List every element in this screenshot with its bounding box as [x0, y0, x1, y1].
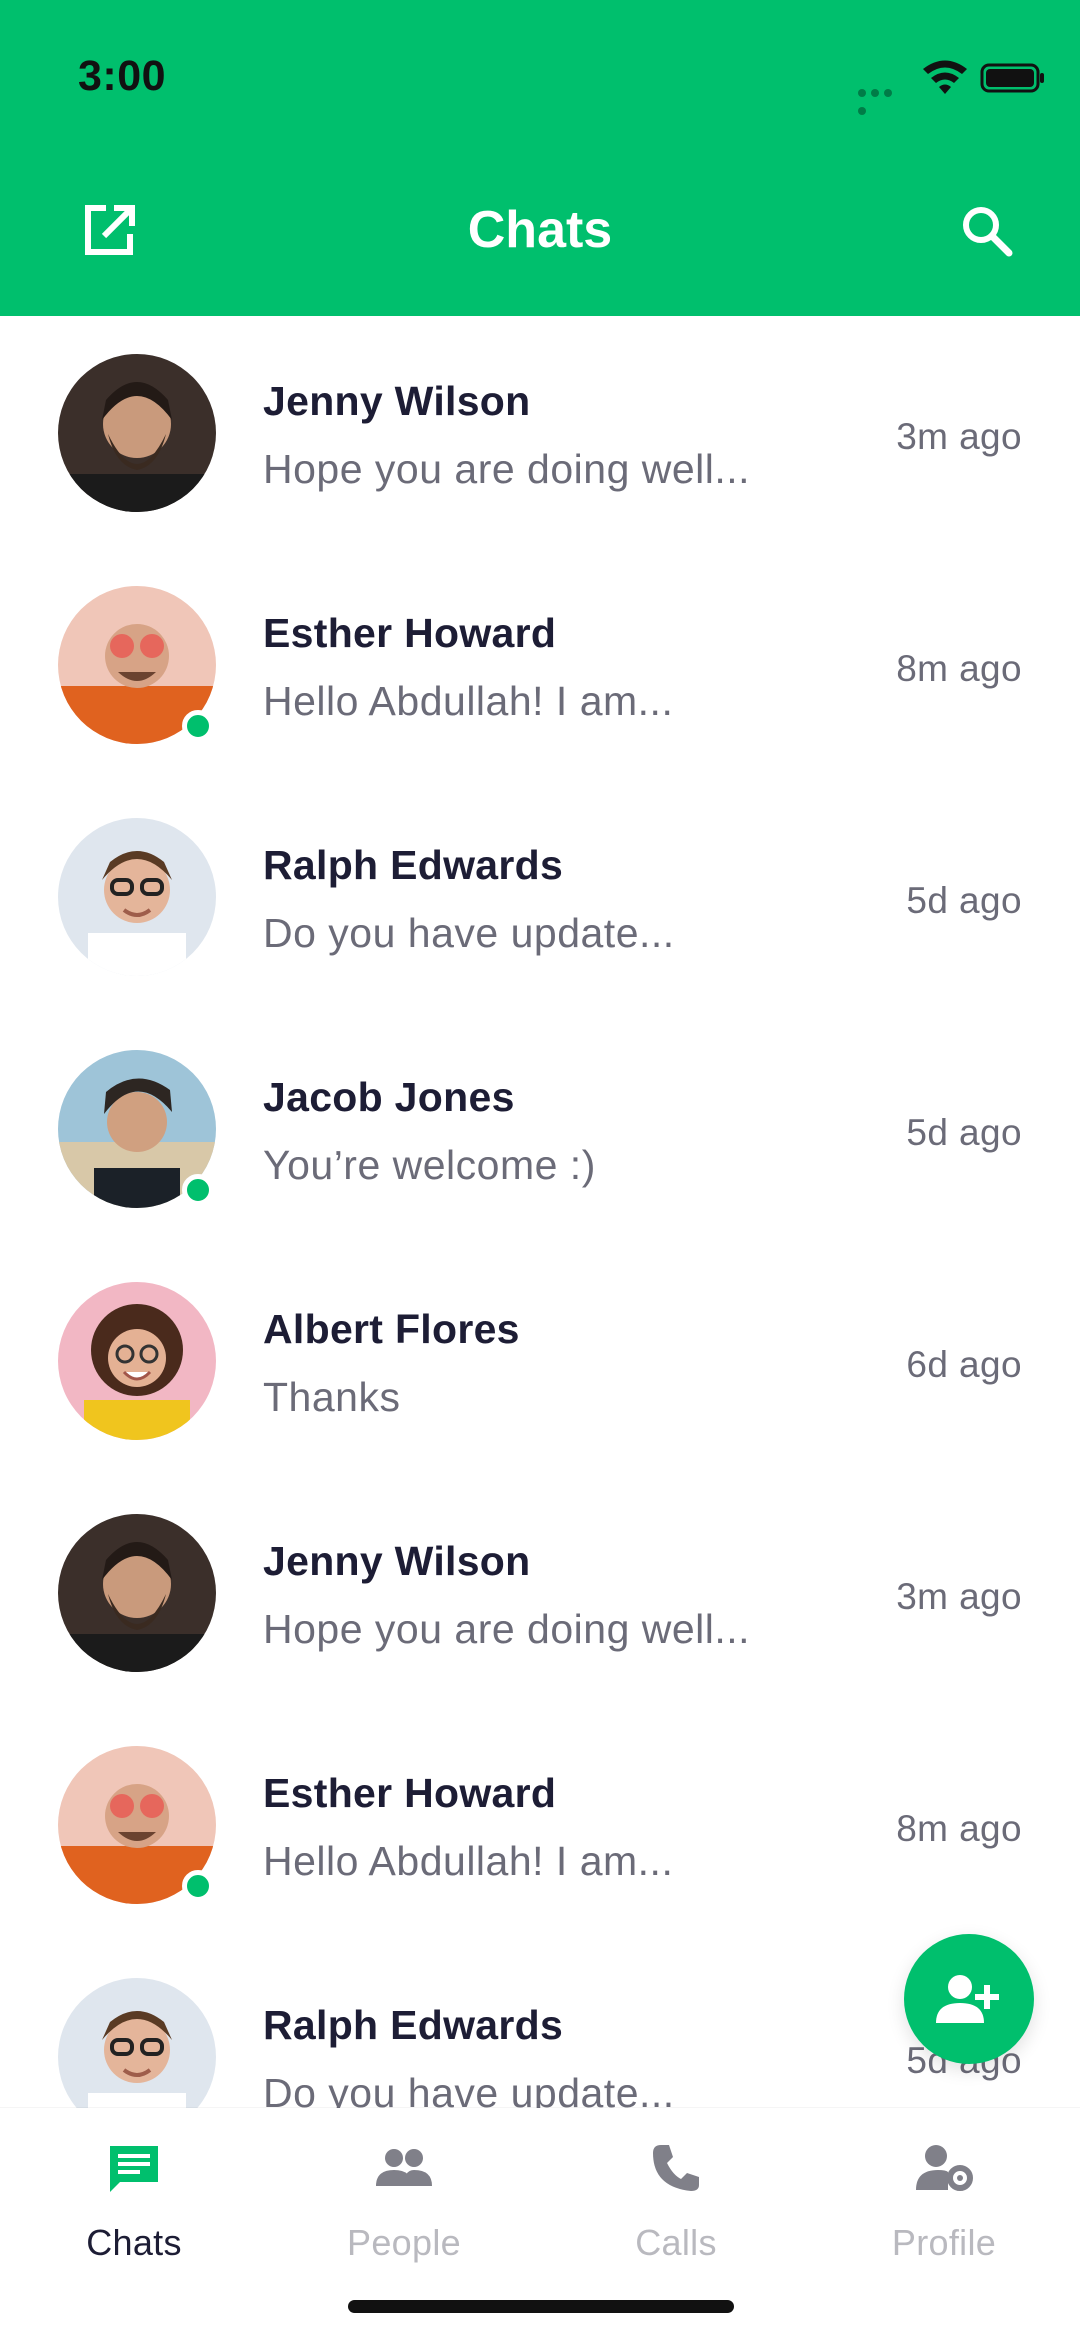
tab-label: Calls: [635, 2222, 717, 2263]
tab-calls[interactable]: Calls: [566, 2138, 786, 2288]
chat-time: 3m ago: [896, 1576, 1022, 1617]
chat-name: Albert Flores: [263, 1306, 520, 1352]
chat-time: 6d ago: [906, 1344, 1022, 1385]
add-person-icon: [936, 1975, 999, 2023]
online-status-dot: [182, 1174, 214, 1206]
chat-list-item[interactable]: Ralph Edwards Do you have update... 5d a…: [0, 780, 1080, 1012]
chat-preview: Hope you are doing well...: [263, 1606, 751, 1652]
home-indicator: [348, 2300, 734, 2313]
chat-list-item[interactable]: Jenny Wilson Hope you are doing well... …: [0, 316, 1080, 548]
chat-name: Esther Howard: [263, 1770, 557, 1816]
people-icon: [374, 2138, 434, 2198]
avatar: [58, 1514, 216, 1672]
chat-icon: [104, 2138, 164, 2198]
chat-list-item[interactable]: Jacob Jones You’re welcome :) 5d ago: [0, 1012, 1080, 1244]
chat-name: Jacob Jones: [263, 1074, 515, 1120]
chat-list: Jenny Wilson Hope you are doing well... …: [0, 316, 1080, 2108]
phone-icon: [646, 2138, 706, 2198]
chat-time: 5d ago: [906, 880, 1022, 921]
search-icon[interactable]: [954, 198, 1020, 264]
profile-settings-icon: [914, 2138, 974, 2198]
online-status-dot: [182, 1870, 214, 1902]
page-title: Chats: [467, 201, 613, 259]
chat-preview: Thanks: [263, 1374, 401, 1420]
tab-label: Chats: [86, 2222, 182, 2263]
chat-preview: Hello Abdullah! I am...: [263, 1838, 674, 1884]
online-status-dot: [182, 710, 214, 742]
app-header: 3:00 Chats: [0, 0, 1080, 316]
chat-time: 8m ago: [896, 648, 1022, 689]
new-chat-button[interactable]: [904, 1934, 1034, 2064]
chat-preview: Do you have update...: [263, 2070, 675, 2108]
chat-time: 5d ago: [906, 1112, 1022, 1153]
chat-name: Jenny Wilson: [263, 378, 531, 424]
tab-chats[interactable]: Chats: [24, 2138, 244, 2288]
tab-label: Profile: [891, 2222, 997, 2263]
chat-list-item[interactable]: Jenny Wilson Hope you are doing well... …: [0, 1476, 1080, 1708]
chat-list-item[interactable]: Albert Flores Thanks 6d ago: [0, 1244, 1080, 1476]
status-bar: 3:00: [0, 0, 1080, 150]
tab-people[interactable]: People: [294, 2138, 514, 2288]
chat-list-item[interactable]: Esther Howard Hello Abdullah! I am... 8m…: [0, 548, 1080, 780]
avatar: [58, 1978, 216, 2108]
chat-name: Jenny Wilson: [263, 1538, 531, 1584]
status-time: 3:00: [78, 52, 167, 100]
chat-preview: Hope you are doing well...: [263, 446, 751, 492]
avatar: [58, 354, 216, 512]
chat-preview: Do you have update...: [263, 910, 675, 956]
avatar: [58, 1282, 216, 1440]
battery-icon: [980, 63, 1044, 93]
chat-preview: You’re welcome :): [263, 1142, 596, 1188]
tab-profile[interactable]: Profile: [834, 2138, 1054, 2288]
chat-preview: Hello Abdullah! I am...: [263, 678, 674, 724]
chat-time: 3m ago: [896, 416, 1022, 457]
tab-label: People: [347, 2222, 461, 2263]
chat-name: Ralph Edwards: [263, 842, 564, 888]
chat-list-item[interactable]: Esther Howard Hello Abdullah! I am... 8m…: [0, 1708, 1080, 1940]
chat-name: Esther Howard: [263, 610, 557, 656]
avatar: [58, 818, 216, 976]
chat-time: 8m ago: [896, 1808, 1022, 1849]
signal-dots-icon: [858, 84, 908, 115]
wifi-icon: [923, 60, 967, 94]
chat-name: Ralph Edwards: [263, 2002, 564, 2048]
